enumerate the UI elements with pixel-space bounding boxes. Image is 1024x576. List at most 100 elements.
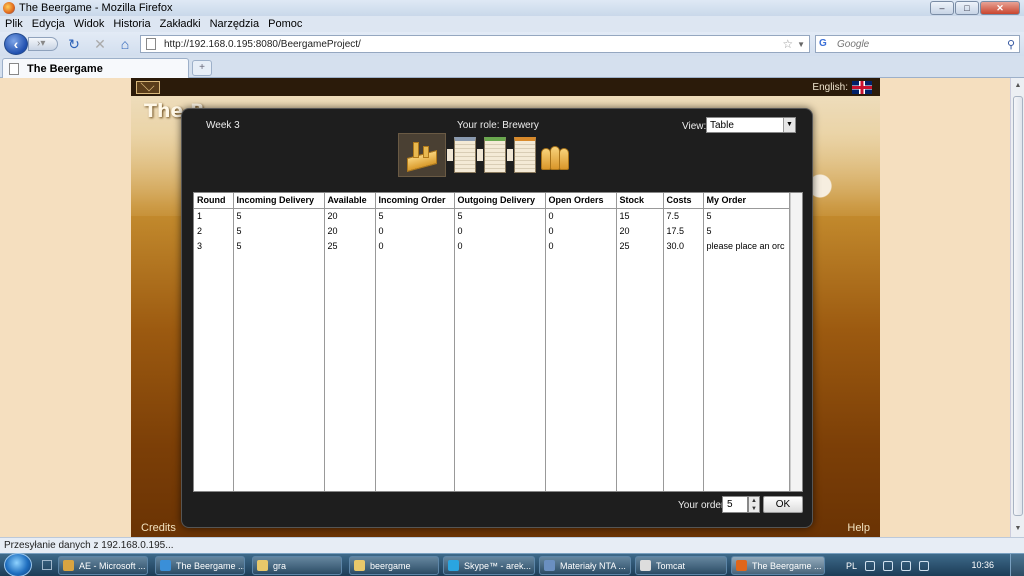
taskbar-item[interactable]: Materiały NTA ... bbox=[539, 556, 631, 575]
url-dropdown-icon[interactable]: ▼ bbox=[797, 40, 805, 49]
column-header: Costs bbox=[663, 193, 704, 209]
tab-bar: The Beergame + bbox=[0, 56, 1024, 78]
firefox-icon bbox=[3, 2, 15, 14]
table-cell: 20 bbox=[324, 208, 376, 223]
reload-icon[interactable]: ↻ bbox=[66, 36, 82, 52]
taskbar-item[interactable]: Tomcat bbox=[635, 556, 727, 575]
column-header: Available bbox=[324, 193, 376, 209]
taskbar-item[interactable]: AE - Microsoft ... bbox=[58, 556, 148, 575]
page-icon bbox=[146, 38, 156, 50]
menu-historia[interactable]: Historia bbox=[113, 18, 150, 30]
column-header: Incoming Delivery bbox=[233, 193, 325, 209]
page-scrollbar[interactable]: ▲ ▼ bbox=[1010, 78, 1024, 537]
order-stepper[interactable]: ▲ ▼ bbox=[748, 496, 760, 513]
menu-zakladki[interactable]: Zakładki bbox=[160, 18, 201, 30]
google-icon[interactable]: G bbox=[819, 38, 833, 50]
credits-link[interactable]: Credits bbox=[141, 522, 176, 534]
maximize-button[interactable]: □ bbox=[955, 1, 979, 15]
table-cell: 5 bbox=[233, 208, 325, 223]
table-cell: 5 bbox=[454, 208, 546, 223]
address-bar[interactable]: http://192.168.0.195:8080/BeergameProjec… bbox=[140, 35, 810, 53]
menu-plik[interactable]: Plik bbox=[5, 18, 23, 30]
table-cell: 25 bbox=[616, 238, 664, 253]
customers-icon[interactable] bbox=[540, 140, 570, 170]
close-button[interactable]: ✕ bbox=[980, 1, 1020, 15]
language-selector[interactable]: English: bbox=[812, 81, 872, 94]
retailer-sheet-icon[interactable] bbox=[514, 137, 536, 173]
game-header: English: bbox=[131, 78, 880, 96]
menu-narzedzia[interactable]: Narzędzia bbox=[210, 18, 260, 30]
home-icon[interactable]: ⌂ bbox=[117, 36, 133, 52]
network-icon[interactable] bbox=[901, 560, 912, 571]
chain-link bbox=[477, 149, 483, 161]
show-desktop-button[interactable] bbox=[1010, 554, 1024, 576]
table-row: 3 5 25 0 0 0 25 30.0 please place an orc bbox=[194, 238, 790, 253]
scroll-up-icon[interactable]: ▲ bbox=[1012, 79, 1024, 93]
search-input[interactable] bbox=[837, 38, 1007, 50]
menu-bar: Plik Edycja Widok Historia Zakładki Narz… bbox=[0, 16, 1024, 32]
show-desktop-quick-icon[interactable] bbox=[42, 560, 52, 570]
table-cell: 15 bbox=[616, 208, 664, 223]
table-scrollbar[interactable] bbox=[790, 193, 802, 491]
table-cell: 0 bbox=[454, 223, 546, 238]
table-cell: 0 bbox=[454, 238, 546, 253]
taskbar-item[interactable]: Skype™ - arek... bbox=[443, 556, 535, 575]
forward-button[interactable]: ›▾ bbox=[28, 37, 58, 51]
app-icon bbox=[63, 560, 74, 571]
scroll-down-icon[interactable]: ▼ bbox=[1012, 522, 1024, 536]
table-cell: 17.5 bbox=[663, 223, 704, 238]
stepper-down-icon[interactable]: ▼ bbox=[749, 505, 759, 513]
chain-link bbox=[507, 149, 513, 161]
envelope-icon[interactable] bbox=[136, 81, 160, 94]
menu-widok[interactable]: Widok bbox=[74, 18, 105, 30]
table-cell: 0 bbox=[545, 223, 617, 238]
help-link[interactable]: Help bbox=[847, 522, 870, 534]
start-button[interactable] bbox=[4, 553, 32, 576]
view-select[interactable]: Table ▼ bbox=[706, 117, 796, 133]
firefox-icon bbox=[736, 560, 747, 571]
menu-edycja[interactable]: Edycja bbox=[32, 18, 65, 30]
stepper-up-icon[interactable]: ▲ bbox=[749, 497, 759, 505]
clock[interactable]: 10:36 bbox=[971, 560, 994, 570]
arrow-up-icon[interactable] bbox=[883, 560, 894, 571]
taskbar-item[interactable]: gra bbox=[252, 556, 342, 575]
table-cell: 1 bbox=[194, 208, 234, 223]
app-icon bbox=[160, 560, 171, 571]
new-tab-button[interactable]: + bbox=[192, 60, 212, 76]
table-cell: 3 bbox=[194, 238, 234, 253]
taskbar-item[interactable]: beergame bbox=[349, 556, 439, 575]
table-header-row: Round Incoming Delivery Available Incomi… bbox=[194, 193, 790, 209]
keyboard-icon[interactable] bbox=[865, 560, 876, 571]
stop-icon[interactable]: ✕ bbox=[92, 36, 108, 52]
search-icon[interactable]: ⚲ bbox=[1007, 38, 1015, 51]
url-text[interactable]: http://192.168.0.195:8080/BeergameProjec… bbox=[164, 39, 782, 50]
table-cell: 0 bbox=[545, 238, 617, 253]
uk-flag-icon[interactable] bbox=[852, 81, 872, 94]
table-cell: 2 bbox=[194, 223, 234, 238]
bookmark-star-icon[interactable]: ☆ bbox=[782, 37, 793, 51]
taskbar-item[interactable]: The Beergame ... bbox=[155, 556, 245, 575]
menu-pomoc[interactable]: Pomoc bbox=[268, 18, 302, 30]
game-dialog: Week 3 Your role: Brewery View: Table ▼ … bbox=[181, 108, 813, 528]
table-cell: 5 bbox=[375, 208, 455, 223]
back-button[interactable]: ‹ bbox=[4, 33, 28, 55]
wholesaler-sheet-icon[interactable] bbox=[484, 137, 506, 173]
page-icon bbox=[9, 62, 19, 75]
chevron-down-icon[interactable]: ▼ bbox=[783, 118, 795, 132]
language-label: English: bbox=[812, 82, 848, 93]
search-bar[interactable]: G ⚲ bbox=[815, 35, 1020, 53]
table-cell: 5 bbox=[703, 208, 790, 223]
distributor-sheet-icon[interactable] bbox=[454, 137, 476, 173]
taskbar-item-active[interactable]: The Beergame ... bbox=[731, 556, 825, 575]
scroll-thumb[interactable] bbox=[1013, 96, 1023, 516]
minimize-button[interactable]: – bbox=[930, 1, 954, 15]
taskbar-item-label: Tomcat bbox=[656, 560, 686, 571]
status-bar: Przesyłanie danych z 192.168.0.195... bbox=[0, 537, 1024, 553]
volume-icon[interactable] bbox=[919, 560, 930, 571]
ok-button[interactable]: OK bbox=[763, 496, 803, 513]
input-language[interactable]: PL bbox=[846, 561, 857, 571]
order-input[interactable] bbox=[722, 496, 748, 513]
tab-beergame[interactable]: The Beergame bbox=[2, 58, 189, 78]
column-header: Round bbox=[194, 193, 234, 209]
brewery-node[interactable] bbox=[398, 133, 446, 177]
